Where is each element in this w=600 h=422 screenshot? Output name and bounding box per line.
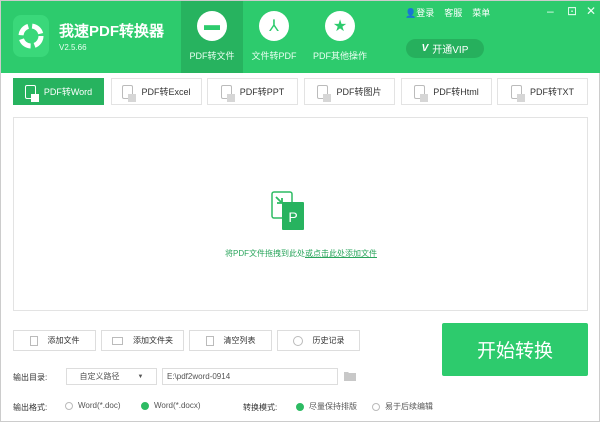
tab-label: PDF转Word	[43, 87, 93, 97]
nav-pdf-to-file[interactable]: ▬ PDF转文件	[181, 1, 243, 73]
trash-icon	[205, 335, 214, 346]
svg-text:P: P	[288, 209, 297, 225]
convert-mode-label: 转换模式:	[243, 403, 278, 412]
vip-button[interactable]: V 开通VIP	[406, 39, 484, 58]
excel-file-icon	[122, 84, 137, 102]
add-file-link[interactable]: 或点击此处添加文件	[305, 249, 377, 258]
nav-file-to-pdf[interactable]: ⅄ 文件转PDF	[243, 1, 305, 73]
nav-label: 文件转PDF	[251, 51, 297, 61]
radio-checked-icon	[296, 402, 304, 411]
add-file-button[interactable]: 添加文件	[13, 330, 96, 351]
format-doc-radio[interactable]: Word(*.doc)	[65, 401, 121, 410]
button-label: 历史记录	[312, 336, 345, 345]
folder-add-icon	[112, 336, 123, 345]
tab-label: PDF转PPT	[239, 87, 285, 97]
app-logo	[13, 15, 49, 57]
nav-label: PDF转文件	[189, 51, 235, 61]
radio-label: 易于后续编辑	[385, 402, 433, 411]
nav-pdf-other[interactable]: ★ PDF其他操作	[305, 1, 375, 73]
clock-icon	[292, 335, 303, 346]
service-link[interactable]: 客服	[444, 6, 462, 19]
tab-label: PDF转Html	[433, 87, 479, 97]
clear-list-button[interactable]: 清空列表	[189, 330, 272, 351]
app-title: 我速PDF转换器	[59, 23, 165, 40]
tab-pdf-to-html[interactable]: PDF转Html	[401, 78, 492, 105]
tab-pdf-to-word[interactable]: PDF转Word	[13, 78, 104, 105]
maximize-icon[interactable]: ⊡	[567, 4, 577, 18]
file-add-icon	[29, 335, 38, 346]
login-link[interactable]: 👤登录	[405, 6, 434, 19]
pdf-icon: ⅄	[259, 11, 289, 41]
tab-pdf-to-excel[interactable]: PDF转Excel	[111, 78, 202, 105]
folder-browse-icon[interactable]	[344, 371, 356, 381]
format-docx-radio[interactable]: Word(*.docx)	[141, 401, 201, 410]
tab-label: PDF转TXT	[530, 87, 574, 97]
ppt-file-icon	[220, 84, 235, 102]
radio-icon	[372, 402, 380, 411]
tab-pdf-to-txt[interactable]: PDF转TXT	[497, 78, 588, 105]
tab-label: PDF转Excel	[141, 87, 191, 97]
app-version: V2.5.66	[59, 43, 87, 52]
header: 我速PDF转换器 V2.5.66 ▬ PDF转文件 ⅄ 文件转PDF ★ PDF其他操…	[1, 1, 600, 73]
output-mode-select[interactable]: 自定义路径 ▼	[66, 368, 157, 385]
star-icon: ★	[325, 11, 355, 41]
tab-pdf-to-image[interactable]: PDF转图片	[304, 78, 395, 105]
start-convert-button[interactable]: 开始转换	[442, 323, 588, 376]
select-value: 自定义路径	[79, 372, 120, 381]
output-dir-label: 输出目录:	[13, 373, 48, 382]
history-button[interactable]: 历史记录	[277, 330, 360, 351]
vip-icon: V	[421, 43, 429, 54]
add-folder-button[interactable]: 添加文件夹	[101, 330, 184, 351]
dropdown-arrow-icon: ▼	[137, 373, 144, 380]
button-label: 清空列表	[223, 336, 256, 345]
folder-icon: ▬	[197, 11, 227, 41]
top-links: 👤登录 客服 菜单	[405, 6, 490, 19]
output-format-label: 输出格式:	[13, 403, 48, 412]
tab-pdf-to-ppt[interactable]: PDF转PPT	[207, 78, 298, 105]
radio-checked-icon	[141, 401, 149, 410]
mode-keep-layout-radio[interactable]: 尽量保持排版	[296, 401, 357, 412]
mode-editable-radio[interactable]: 易于后续编辑	[372, 401, 433, 412]
button-label: 添加文件	[47, 336, 80, 345]
radio-label: Word(*.docx)	[154, 401, 201, 410]
tab-label: PDF转图片	[336, 87, 382, 97]
radio-label: Word(*.doc)	[78, 401, 121, 410]
html-file-icon	[414, 84, 429, 102]
pdf-drop-icon: P	[271, 191, 304, 230]
menu-link[interactable]: 菜单	[472, 6, 490, 19]
image-file-icon	[317, 84, 332, 102]
radio-label: 尽量保持排版	[309, 402, 357, 411]
word-file-icon	[24, 84, 39, 102]
txt-file-icon	[511, 84, 525, 102]
drop-hint: 将PDF文件拖拽到此处或点击此处添加文件	[1, 248, 600, 259]
close-icon[interactable]: ✕	[586, 4, 596, 18]
vip-label: 开通VIP	[432, 45, 469, 56]
button-label: 添加文件夹	[133, 336, 173, 345]
minimize-icon[interactable]: –	[547, 4, 554, 18]
output-path-input[interactable]	[162, 368, 338, 385]
drop-hint-text: 将PDF文件拖拽到此处	[225, 249, 305, 258]
radio-icon	[65, 401, 73, 410]
nav-label: PDF其他操作	[312, 51, 367, 61]
